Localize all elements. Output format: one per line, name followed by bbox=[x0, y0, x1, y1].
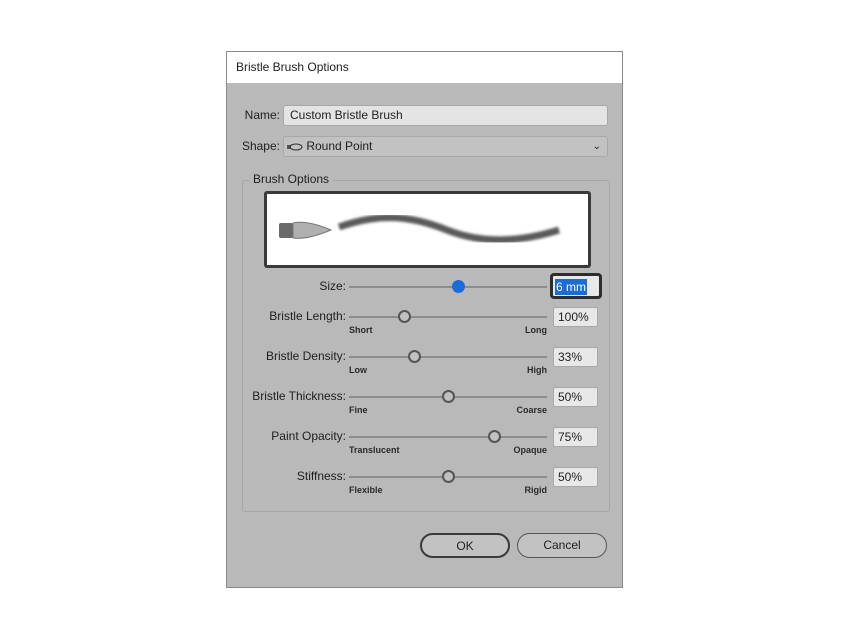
slider-track[interactable] bbox=[349, 470, 547, 483]
slider-thumb[interactable] bbox=[442, 470, 455, 483]
slider-value: 50% bbox=[558, 390, 583, 404]
slider-thumb[interactable] bbox=[487, 430, 501, 443]
slider-label: Bristle Density: bbox=[265, 349, 346, 363]
slider-value-input[interactable]: 100% bbox=[553, 307, 598, 327]
slider-label: Size: bbox=[319, 279, 346, 293]
brush-preview bbox=[264, 191, 591, 268]
brush-stroke-preview-icon bbox=[279, 214, 561, 244]
slider-value: 100% bbox=[558, 310, 589, 324]
slider-label: Bristle Thickness: bbox=[252, 389, 346, 403]
slider-value: 50% bbox=[558, 470, 583, 484]
slider-track[interactable] bbox=[349, 310, 547, 323]
slider-min-label: Translucent bbox=[349, 445, 400, 455]
slider-value-input[interactable]: 50% bbox=[553, 387, 598, 407]
round-point-brush-icon bbox=[287, 143, 303, 151]
shape-label: Shape: bbox=[241, 139, 280, 153]
slider-thumb[interactable] bbox=[451, 280, 465, 293]
dialog-title: Bristle Brush Options bbox=[227, 52, 622, 83]
slider-track[interactable] bbox=[349, 280, 547, 293]
slider-value-input[interactable]: 75% bbox=[553, 427, 598, 447]
slider-label: Bristle Length: bbox=[269, 309, 346, 323]
shape-value: Round Point bbox=[306, 139, 373, 153]
shape-select[interactable]: Round Point ⌄ bbox=[283, 136, 608, 157]
slider-min-label: Fine bbox=[349, 405, 368, 415]
slider-max-label: High bbox=[527, 365, 547, 375]
slider-thumb[interactable] bbox=[442, 390, 455, 403]
bristle-brush-options-dialog: Bristle Brush Options Name: Custom Brist… bbox=[226, 51, 623, 588]
slider-max-label: Rigid bbox=[524, 485, 548, 495]
slider-track[interactable] bbox=[349, 350, 547, 363]
ok-button[interactable]: OK bbox=[420, 533, 510, 558]
slider-min-label: Short bbox=[349, 325, 373, 335]
slider-min-label: Low bbox=[349, 365, 367, 375]
slider-min-label: Flexible bbox=[349, 485, 383, 495]
slider-value: 75% bbox=[558, 430, 583, 444]
slider-label: Paint Opacity: bbox=[271, 429, 346, 443]
slider-value-input[interactable]: 50% bbox=[553, 467, 598, 487]
cancel-button[interactable]: Cancel bbox=[517, 533, 607, 558]
chevron-down-icon: ⌄ bbox=[592, 141, 601, 152]
slider-value: 6 mm bbox=[555, 279, 587, 295]
name-input[interactable]: Custom Bristle Brush bbox=[283, 105, 608, 126]
slider-value-input[interactable]: 6 mm bbox=[550, 273, 602, 299]
slider-max-label: Long bbox=[525, 325, 547, 335]
brush-options-label: Brush Options bbox=[249, 172, 334, 186]
slider-value-input[interactable]: 33% bbox=[553, 347, 598, 367]
slider-track[interactable] bbox=[349, 390, 547, 403]
name-label: Name: bbox=[244, 108, 280, 122]
slider-track[interactable] bbox=[349, 430, 547, 443]
slider-max-label: Coarse bbox=[516, 405, 547, 415]
slider-value: 33% bbox=[558, 350, 583, 364]
slider-max-label: Opaque bbox=[513, 445, 547, 455]
slider-label: Stiffness: bbox=[296, 469, 346, 483]
